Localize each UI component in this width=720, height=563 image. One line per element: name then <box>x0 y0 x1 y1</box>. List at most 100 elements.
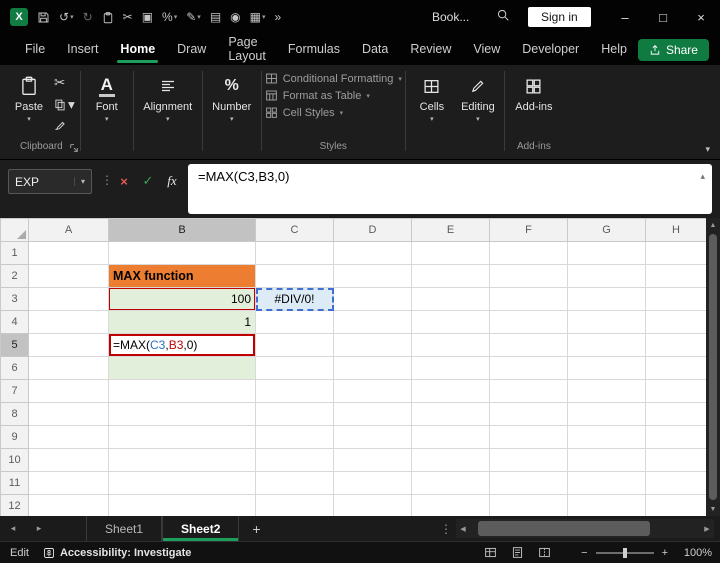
cell-F5[interactable] <box>489 333 568 357</box>
cell-E7[interactable] <box>411 379 490 403</box>
formula-input[interactable]: =MAX(C3,B3,0) ▴ <box>188 164 712 214</box>
number-button[interactable]: % Number ▾ <box>206 69 258 141</box>
cell-C9[interactable] <box>255 425 334 449</box>
cell-G9[interactable] <box>567 425 646 449</box>
cell-B6[interactable] <box>108 356 256 380</box>
cell-D1[interactable] <box>333 241 412 265</box>
cell-G1[interactable] <box>567 241 646 265</box>
column-header-H[interactable]: H <box>645 218 707 242</box>
cell-H2[interactable] <box>645 264 707 288</box>
conditional-formatting-button[interactable]: Conditional Formatting ▾ <box>265 72 402 85</box>
close-button[interactable]: × <box>682 0 720 34</box>
ribbon-collapse-icon[interactable]: ▾ <box>705 144 710 155</box>
maximize-button[interactable]: □ <box>644 0 682 34</box>
tab-bar-menu-icon[interactable]: ⋮ <box>436 516 456 541</box>
column-header-E[interactable]: E <box>411 218 490 242</box>
row-header-6[interactable]: 6 <box>0 356 29 380</box>
cell-B1[interactable] <box>108 241 256 265</box>
insert-function-button[interactable]: fx <box>161 170 183 192</box>
cell-D12[interactable] <box>333 494 412 518</box>
cell-F10[interactable] <box>489 448 568 472</box>
cell-A1[interactable] <box>28 241 109 265</box>
cell-H11[interactable] <box>645 471 707 495</box>
page-layout-view-icon[interactable] <box>511 546 524 559</box>
cell-A6[interactable] <box>28 356 109 380</box>
cell-E6[interactable] <box>411 356 490 380</box>
formula-bar-collapse-icon[interactable]: ▴ <box>700 171 705 182</box>
cell-F9[interactable] <box>489 425 568 449</box>
cell-A4[interactable] <box>28 310 109 334</box>
zoom-in-icon[interactable]: + <box>662 547 668 559</box>
cell-D7[interactable] <box>333 379 412 403</box>
cell-D3[interactable] <box>333 287 412 311</box>
row-header-8[interactable]: 8 <box>0 402 29 426</box>
cell-G4[interactable] <box>567 310 646 334</box>
cell-C6[interactable] <box>255 356 334 380</box>
save-icon[interactable] <box>37 11 50 24</box>
cell-C7[interactable] <box>255 379 334 403</box>
menu-formulas[interactable]: Formulas <box>277 35 351 64</box>
cell-F11[interactable] <box>489 471 568 495</box>
enter-button[interactable]: ✓ <box>137 170 159 192</box>
cell-E2[interactable] <box>411 264 490 288</box>
cell-G7[interactable] <box>567 379 646 403</box>
cell-H7[interactable] <box>645 379 707 403</box>
cell-D2[interactable] <box>333 264 412 288</box>
cell-B7[interactable] <box>108 379 256 403</box>
menu-view[interactable]: View <box>462 35 511 64</box>
cell-F8[interactable] <box>489 402 568 426</box>
cell-D11[interactable] <box>333 471 412 495</box>
cell-A5[interactable] <box>28 333 109 357</box>
add-sheet-button[interactable]: + <box>239 516 273 541</box>
row-header-9[interactable]: 9 <box>0 425 29 449</box>
cell-C5[interactable] <box>255 333 334 357</box>
cell-C4[interactable] <box>255 310 334 334</box>
cell-E11[interactable] <box>411 471 490 495</box>
accessibility-status[interactable]: Accessibility: Investigate <box>43 547 191 559</box>
cell-E4[interactable] <box>411 310 490 334</box>
cell-H4[interactable] <box>645 310 707 334</box>
cell-C10[interactable] <box>255 448 334 472</box>
alignment-button[interactable]: Alignment ▾ <box>137 69 199 141</box>
cell-A7[interactable] <box>28 379 109 403</box>
cell-C1[interactable] <box>255 241 334 265</box>
cancel-button[interactable]: × <box>113 170 135 192</box>
sheet-nav-right-icon[interactable]: ▸ <box>26 516 52 541</box>
column-header-F[interactable]: F <box>489 218 568 242</box>
scroll-down-icon[interactable]: ▼ <box>710 502 717 516</box>
formula-bar-handle-icon[interactable]: ⋮ <box>101 173 113 187</box>
menu-help[interactable]: Help <box>590 35 638 64</box>
horizontal-scrollbar[interactable]: ◀ ▶ <box>456 519 714 538</box>
toolbar-overflow-icon[interactable]: » <box>275 11 282 23</box>
row-header-7[interactable]: 7 <box>0 379 29 403</box>
scroll-up-icon[interactable]: ▲ <box>710 218 717 232</box>
cell-H9[interactable] <box>645 425 707 449</box>
editing-button[interactable]: Editing ▾ <box>455 69 501 141</box>
menu-data[interactable]: Data <box>351 35 399 64</box>
undo-icon[interactable]: ↺ ▾ <box>59 11 74 23</box>
zoom-slider[interactable] <box>595 547 654 558</box>
cell-E10[interactable] <box>411 448 490 472</box>
cell-A11[interactable] <box>28 471 109 495</box>
menu-file[interactable]: File <box>14 35 56 64</box>
cell-H8[interactable] <box>645 402 707 426</box>
cell-B11[interactable] <box>108 471 256 495</box>
clipboard-icon[interactable] <box>102 11 114 24</box>
cell-G8[interactable] <box>567 402 646 426</box>
scroll-right-icon[interactable]: ▶ <box>700 525 714 533</box>
column-header-B[interactable]: B <box>108 218 256 242</box>
menu-draw[interactable]: Draw <box>166 35 217 64</box>
cell-E8[interactable] <box>411 402 490 426</box>
sheet-nav-left-icon[interactable]: ◂ <box>0 516 26 541</box>
cell-D10[interactable] <box>333 448 412 472</box>
cell-A2[interactable] <box>28 264 109 288</box>
cell-E12[interactable] <box>411 494 490 518</box>
cell-D9[interactable] <box>333 425 412 449</box>
search-icon[interactable] <box>496 8 510 27</box>
table-icon[interactable]: ▦ ▾ <box>250 11 266 23</box>
cell-G10[interactable] <box>567 448 646 472</box>
cells-button[interactable]: Cells ▾ <box>409 69 455 141</box>
cell-B3[interactable]: 100 <box>108 287 256 311</box>
cell-H6[interactable] <box>645 356 707 380</box>
cell-D4[interactable] <box>333 310 412 334</box>
